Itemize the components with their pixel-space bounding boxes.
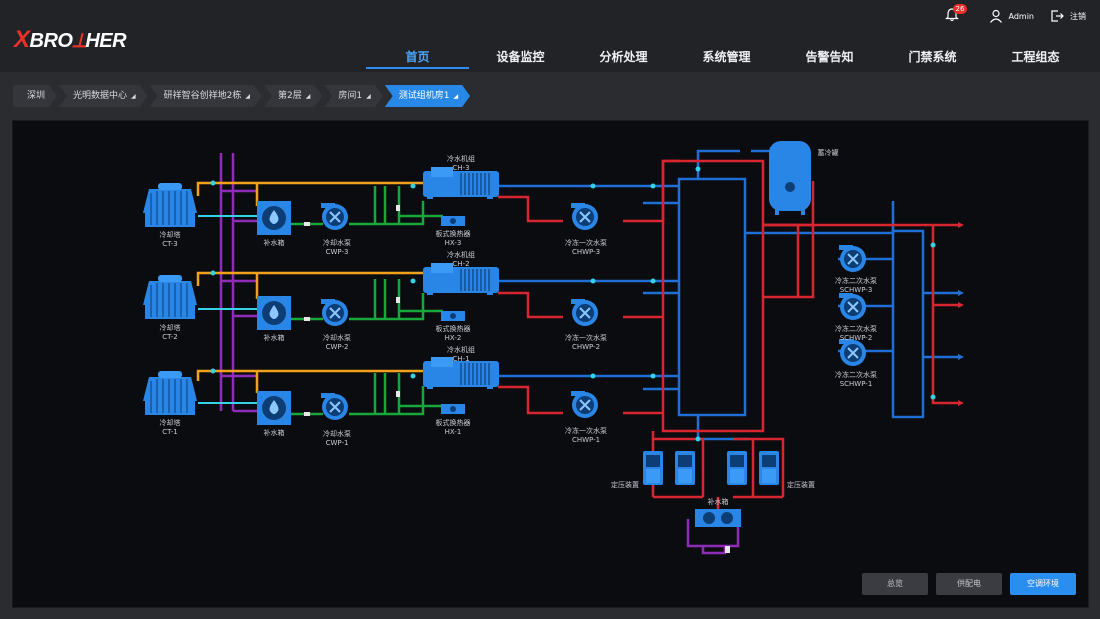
- pressure-unit-l1: [643, 451, 663, 485]
- chw-pump-chwp1: [570, 390, 599, 419]
- heat-exchanger-hx3: [441, 216, 465, 226]
- nav-system-management[interactable]: 系统管理: [675, 46, 778, 72]
- cooling-tower-ct2: [142, 274, 198, 320]
- makeup-bottom-label: 补水箱: [707, 498, 729, 506]
- ct1-label: 冷却塔 CT-1: [159, 419, 181, 436]
- cwp2-label: 冷却水泵 CWP-2: [323, 334, 351, 351]
- overview-button[interactable]: 总览: [862, 573, 928, 595]
- breadcrumb-item-room[interactable]: 房间1 ◢: [324, 85, 382, 107]
- chevron-down-icon: ◢: [131, 93, 136, 100]
- cooling-tower-ct3: [142, 182, 198, 228]
- makeup-tank-bottom: [695, 509, 741, 527]
- user-name: Admin: [1008, 11, 1035, 21]
- breadcrumb-item-city[interactable]: 深圳: [13, 85, 57, 107]
- hvac-diagram-panel: 冷却塔 CT-3 冷却塔 CT-2 冷却塔 CT-1 补水箱 补水箱 补水箱 冷却水泵…: [12, 120, 1089, 608]
- ct2-label: 冷却塔 CT-2: [159, 324, 181, 341]
- cooling-pump-cwp2: [320, 298, 349, 327]
- makeup3-label: 补水箱: [263, 239, 285, 247]
- logout-label: 注销: [1070, 11, 1086, 21]
- power-distribution-button[interactable]: 供配电: [936, 573, 1002, 595]
- breadcrumb-item-datacenter[interactable]: 光明数据中心 ◢: [59, 85, 148, 107]
- cwp1-label: 冷却水泵 CWP-1: [323, 430, 351, 447]
- chevron-down-icon: ◢: [245, 93, 251, 100]
- storage-tank-label: 蓄冷罐: [817, 149, 839, 157]
- cwp3-label: 冷却水泵 CWP-3: [323, 239, 351, 256]
- notification-bell-icon[interactable]: 26: [944, 4, 968, 24]
- breadcrumb-item-floor[interactable]: 第2层 ◢: [264, 85, 322, 107]
- heat-exchanger-hx2: [441, 311, 465, 321]
- nav-alarms[interactable]: 告警告知: [778, 46, 881, 72]
- nav-engineering[interactable]: 工程组态: [984, 46, 1087, 72]
- ch1-label: 冷水机组 CH-1: [447, 346, 475, 363]
- nav-analysis[interactable]: 分析处理: [572, 46, 675, 72]
- view-switcher: 总览 供配电 空调环境: [854, 573, 1076, 595]
- ch2-label: 冷水机组 CH-2: [447, 251, 475, 268]
- chevron-down-icon: ◢: [453, 93, 459, 100]
- schwp3-label: 冷冻二次水泵 SCHWP-3: [835, 277, 877, 294]
- brand-logo[interactable]: XBRO⟂HER: [14, 26, 127, 54]
- chw-pump-chwp3: [570, 202, 599, 231]
- nav-home[interactable]: 首页: [366, 46, 469, 72]
- schw-pump-schwp1: [838, 338, 867, 367]
- nav-access-control[interactable]: 门禁系统: [881, 46, 984, 72]
- breadcrumb-item-building[interactable]: 研祥智谷创祥地2栋 ◢: [150, 85, 262, 107]
- chwp2-label: 冷冻一次水泵 CHWP-2: [565, 334, 607, 351]
- hx1-label: 板式换热器 HX-1: [435, 419, 471, 436]
- pressure-unit-l2: [675, 451, 695, 485]
- schw-pump-schwp2: [838, 292, 867, 321]
- ch3-label: 冷水机组 CH-3: [447, 155, 475, 172]
- ct3-label: 冷却塔 CT-3: [159, 231, 181, 248]
- hvac-environment-button[interactable]: 空调环境: [1010, 573, 1076, 595]
- makeup1-label: 补水箱: [263, 429, 285, 437]
- logout-icon: [1051, 10, 1064, 22]
- chwp1-label: 冷冻一次水泵 CHWP-1: [565, 427, 607, 444]
- breadcrumb: 深圳 光明数据中心 ◢ 研祥智谷创祥地2栋 ◢ 第2层 ◢ 房间1 ◢ 测试组机房1 ◢: [13, 85, 472, 107]
- hx3-label: 板式换热器 HX-3: [435, 230, 471, 247]
- makeup2-label: 补水箱: [263, 334, 285, 342]
- pressure-left-label: 定压装置: [611, 481, 639, 489]
- makeup-tank-1: [257, 391, 291, 425]
- chevron-down-icon: ◢: [305, 93, 311, 100]
- makeup-tank-3: [257, 201, 291, 235]
- pressure-unit-r2: [759, 451, 779, 485]
- breadcrumb-item-machine-room[interactable]: 测试组机房1 ◢: [385, 85, 470, 107]
- schwp2-label: 冷冻二次水泵 SCHWP-2: [835, 325, 877, 342]
- storage-tank: [769, 141, 811, 215]
- logout-button[interactable]: 注销: [1050, 9, 1086, 23]
- pressure-unit-r1: [727, 451, 747, 485]
- pressure-right-label: 定压装置: [787, 481, 815, 489]
- schwp1-label: 冷冻二次水泵 SCHWP-1: [835, 371, 877, 388]
- user-icon: [989, 9, 1002, 23]
- user-menu[interactable]: Admin: [989, 9, 1035, 23]
- nav-device-monitor[interactable]: 设备监控: [469, 46, 572, 72]
- cooling-pump-cwp3: [320, 202, 349, 231]
- chw-pump-chwp2: [570, 298, 599, 327]
- cooling-pump-cwp1: [320, 392, 349, 421]
- makeup-tank-2: [257, 296, 291, 330]
- main-nav: 首页 设备监控 分析处理 系统管理 告警告知 门禁系统 工程组态: [366, 46, 1087, 72]
- chilled-water-system-diagram: [142, 141, 964, 555]
- chwp3-label: 冷冻一次水泵 CHWP-3: [565, 239, 607, 256]
- schw-pump-schwp3: [838, 244, 867, 273]
- hx2-label: 板式换热器 HX-2: [435, 325, 471, 342]
- top-bar: XBRO⟂HER 首页 设备监控 分析处理 系统管理 告警告知 门禁系统 工程组…: [0, 0, 1100, 72]
- cooling-tower-ct1: [142, 370, 198, 416]
- heat-exchanger-hx1: [441, 404, 465, 414]
- notification-count-badge: 26: [952, 4, 968, 14]
- chevron-down-icon: ◢: [366, 93, 371, 100]
